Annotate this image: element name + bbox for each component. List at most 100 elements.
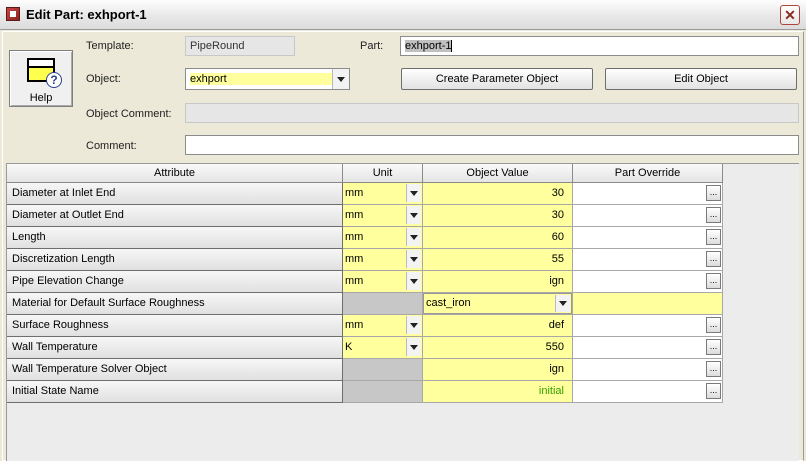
object-value: cast_iron [426, 297, 471, 309]
part-override-cell[interactable]: ... [573, 381, 723, 403]
object-value-cell[interactable]: def [423, 315, 573, 337]
part-input-value: exhport-1 [405, 40, 452, 52]
object-value: 30 [551, 187, 564, 199]
chevron-down-icon[interactable] [406, 338, 421, 356]
object-value-cell[interactable]: ign [423, 271, 573, 293]
header-attribute[interactable]: Attribute [7, 164, 343, 183]
ellipsis-button[interactable]: ... [706, 229, 721, 245]
edit-object-button[interactable]: Edit Object [605, 68, 797, 90]
template-label: Template: [86, 40, 134, 52]
text-caret [451, 40, 453, 53]
object-value: 60 [551, 231, 564, 243]
object-value: def [548, 319, 564, 331]
header-part-override[interactable]: Part Override [573, 164, 723, 183]
attribute-cell: Initial State Name [7, 381, 343, 403]
chevron-down-icon[interactable] [406, 184, 421, 202]
header-object-value[interactable]: Object Value [423, 164, 573, 183]
table-row: Pipe Elevation Change mm ign ... [7, 271, 723, 293]
part-override-cell[interactable] [573, 293, 723, 315]
object-value: 30 [551, 209, 564, 221]
part-override-cell[interactable]: ... [573, 337, 723, 359]
object-value-cell[interactable]: 30 [423, 205, 573, 227]
object-value: 550 [545, 341, 564, 353]
table-row: Diameter at Inlet End mm 30 ... [7, 183, 723, 205]
unit-select[interactable]: mm [343, 205, 423, 227]
unit-value: mm [345, 231, 364, 243]
unit-cell-disabled [343, 381, 423, 403]
table-row: Discretization Length mm 55 ... [7, 249, 723, 271]
object-select[interactable]: exhport [185, 68, 350, 90]
chevron-down-icon[interactable] [406, 316, 421, 334]
attribute-cell: Material for Default Surface Roughness [7, 293, 343, 315]
template-field: PipeRound [185, 36, 295, 56]
object-value: initial [538, 385, 564, 397]
question-icon: ? [46, 72, 62, 88]
table-row: Diameter at Outlet End mm 30 ... [7, 205, 723, 227]
object-value-cell[interactable]: 550 [423, 337, 573, 359]
ellipsis-button[interactable]: ... [706, 383, 721, 399]
part-override-cell[interactable]: ... [573, 183, 723, 205]
ellipsis-button[interactable]: ... [706, 207, 721, 223]
material-select[interactable]: cast_iron [423, 293, 573, 315]
unit-select[interactable]: mm [343, 315, 423, 337]
chevron-down-icon[interactable] [406, 250, 421, 268]
help-label: Help [29, 92, 53, 104]
chevron-down-icon[interactable] [555, 295, 570, 312]
unit-value: mm [345, 275, 364, 287]
attribute-cell: Wall Temperature Solver Object [7, 359, 343, 381]
chevron-down-icon[interactable] [406, 228, 421, 246]
object-value-cell[interactable]: 30 [423, 183, 573, 205]
app-icon [6, 7, 20, 21]
table-row: Length mm 60 ... [7, 227, 723, 249]
chevron-down-icon[interactable] [406, 206, 421, 224]
ellipsis-button[interactable]: ... [706, 361, 721, 377]
unit-value: mm [345, 319, 364, 331]
part-override-cell[interactable]: ... [573, 249, 723, 271]
ellipsis-button[interactable]: ... [706, 339, 721, 355]
object-value: ign [549, 363, 564, 375]
object-value-cell[interactable]: 60 [423, 227, 573, 249]
close-button[interactable]: ✕ [780, 5, 800, 25]
ellipsis-button[interactable]: ... [706, 273, 721, 289]
unit-select[interactable]: mm [343, 227, 423, 249]
table-row: Surface Roughness mm def ... [7, 315, 723, 337]
help-button[interactable]: ? Help [9, 50, 73, 107]
unit-value: K [345, 341, 353, 353]
ellipsis-button[interactable]: ... [706, 251, 721, 267]
comment-input[interactable] [185, 135, 799, 155]
table-row: Material for Default Surface Roughness c… [7, 293, 723, 315]
object-select-value: exhport [190, 73, 340, 85]
attribute-cell: Pipe Elevation Change [7, 271, 343, 293]
unit-select[interactable]: K [343, 337, 423, 359]
header-unit[interactable]: Unit [343, 164, 423, 183]
object-value-cell[interactable]: 55 [423, 249, 573, 271]
object-comment-field [185, 103, 799, 123]
comment-label: Comment: [86, 140, 137, 152]
part-override-cell[interactable]: ... [573, 227, 723, 249]
attribute-cell: Diameter at Inlet End [7, 183, 343, 205]
part-input[interactable]: exhport-1 [400, 36, 799, 56]
unit-select[interactable]: mm [343, 271, 423, 293]
part-override-cell[interactable]: ... [573, 315, 723, 337]
ellipsis-button[interactable]: ... [706, 317, 721, 333]
chevron-down-icon[interactable] [332, 69, 349, 89]
part-override-cell[interactable]: ... [573, 205, 723, 227]
attribute-cell: Wall Temperature [7, 337, 343, 359]
object-value-cell[interactable]: ign [423, 359, 573, 381]
table-row: Initial State Name initial ... [7, 381, 723, 403]
chevron-down-icon[interactable] [406, 272, 421, 290]
attribute-cell: Diameter at Outlet End [7, 205, 343, 227]
unit-select[interactable]: mm [343, 249, 423, 271]
attribute-cell: Surface Roughness [7, 315, 343, 337]
title-bar: Edit Part: exhport-1 ✕ [0, 0, 806, 30]
ellipsis-button[interactable]: ... [706, 185, 721, 201]
part-override-cell[interactable]: ... [573, 359, 723, 381]
help-book-icon: ? [27, 58, 62, 88]
part-override-cell[interactable]: ... [573, 271, 723, 293]
unit-value: mm [345, 209, 364, 221]
unit-value: mm [345, 253, 364, 265]
attribute-cell: Discretization Length [7, 249, 343, 271]
unit-select[interactable]: mm [343, 183, 423, 205]
create-parameter-object-button[interactable]: Create Parameter Object [401, 68, 593, 90]
object-value-cell[interactable]: initial [423, 381, 573, 403]
